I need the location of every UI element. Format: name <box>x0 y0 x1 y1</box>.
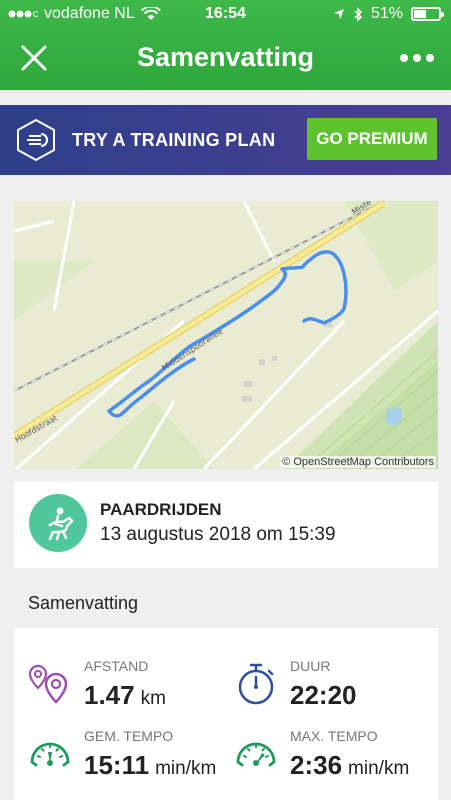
distance-icon <box>28 664 68 704</box>
stat-value: 22:20 <box>290 680 357 710</box>
stat-label: MAX. TEMPO <box>290 728 378 744</box>
speedometer-icon <box>30 742 70 767</box>
stat-label: DUUR <box>290 658 331 674</box>
route-map[interactable]: Hoofdstraat Middenspoorallee Miste © Ope… <box>14 201 438 469</box>
stat-label: GEM. TEMPO <box>84 728 174 744</box>
map-attribution[interactable]: © OpenStreetMap Contributors <box>280 456 436 468</box>
page-title: Samenvatting <box>136 42 315 72</box>
stat-unit: km <box>140 688 166 709</box>
horse-riding-icon <box>48 507 74 541</box>
stat-value: 15:11 <box>84 750 150 780</box>
stat-value-row: 2:36 min/km <box>290 750 409 781</box>
training-plan-banner[interactable]: TRY A TRAINING PLAN GO PREMIUM <box>0 105 451 175</box>
bluetooth-icon <box>354 6 363 22</box>
app-header: vodafone NL 16:54 51% Samenvatting <box>0 0 451 90</box>
stat-unit: min/km <box>348 758 410 779</box>
activity-datetime: 13 augustus 2018 om 15:39 <box>100 524 336 545</box>
stat-value: 1.47 <box>84 680 135 710</box>
stat-label: AFSTAND <box>84 658 149 674</box>
battery-icon <box>411 7 444 21</box>
stat-value: 2:36 <box>290 750 343 780</box>
battery-level <box>414 10 426 18</box>
stopwatch-icon <box>238 663 274 705</box>
battery-percent: 51% <box>370 5 403 22</box>
activity-type: PAARDRIJDEN <box>100 500 222 519</box>
go-premium-button[interactable]: GO PREMIUM <box>307 118 437 160</box>
stat-value-row: 22:20 <box>290 680 363 711</box>
map-canvas: Hoofdstraat Middenspoorallee Miste <box>14 201 438 469</box>
activity-badge <box>29 494 87 552</box>
navigation-bar: Samenvatting <box>0 30 451 86</box>
location-arrow-icon <box>333 9 344 19</box>
speedometer-icon <box>236 742 276 767</box>
banner-text: TRY A TRAINING PLAN <box>72 130 276 150</box>
status-bar: vodafone NL 16:54 51% <box>0 0 451 28</box>
stat-value-row: 15:11 min/km <box>84 750 216 781</box>
summary-section-title: Samenvatting <box>28 593 139 613</box>
training-plan-icon <box>17 118 55 162</box>
stat-value-row: 1.47 km <box>84 680 166 711</box>
activity-card: PAARDRIJDEN 13 augustus 2018 om 15:39 <box>14 482 438 568</box>
summary-stats-card: AFSTAND 1.47 km DUUR 22:20 GEM. TEMPO 15:… <box>14 628 438 800</box>
stat-unit: min/km <box>155 758 217 779</box>
more-icon[interactable] <box>399 48 435 68</box>
